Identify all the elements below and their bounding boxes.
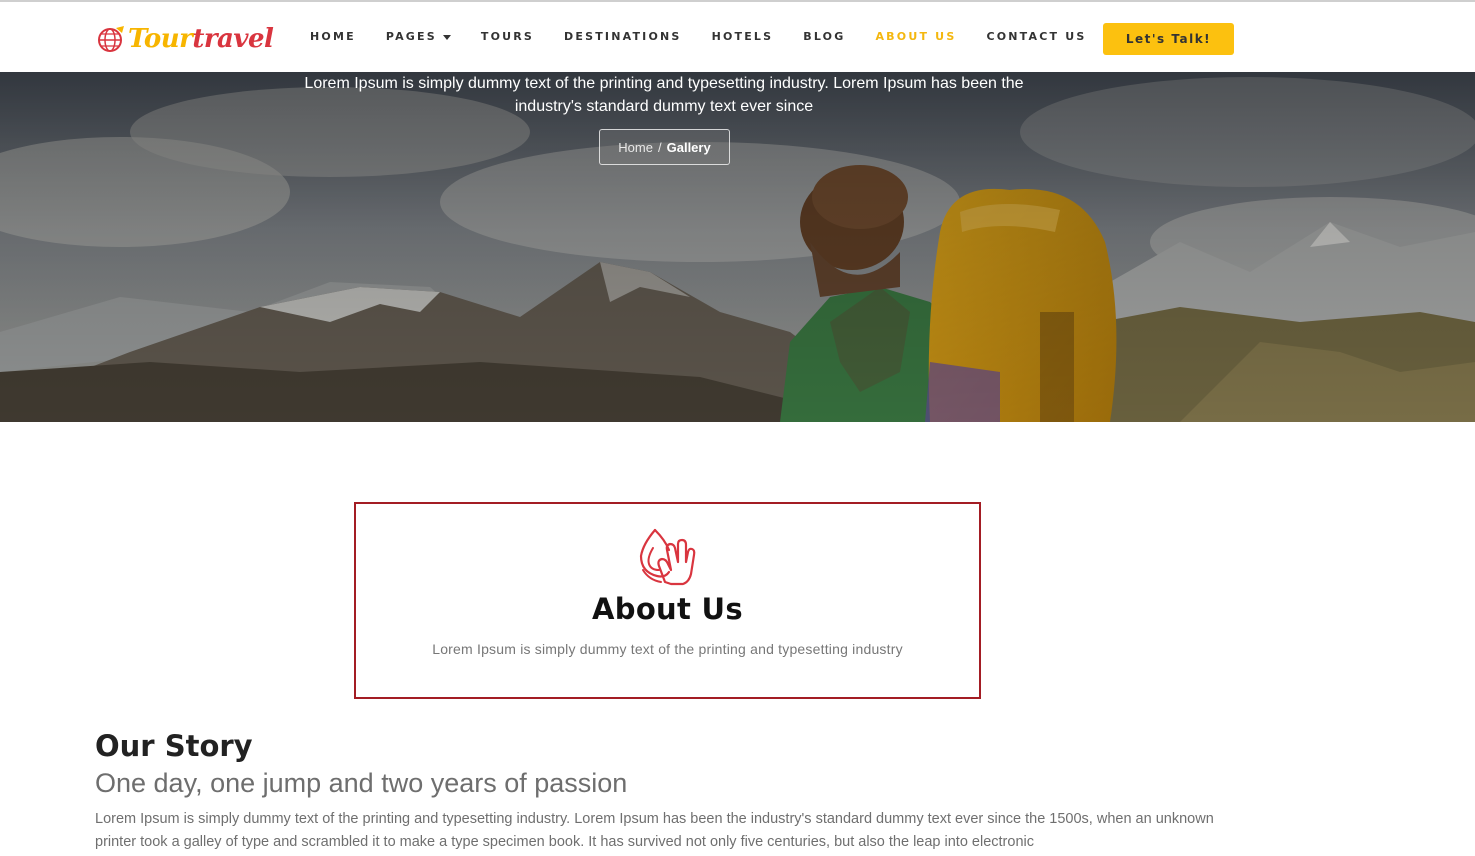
about-us-title: About Us (592, 592, 743, 626)
nav-contact-us[interactable]: CONTACT US (986, 30, 1086, 43)
caret-down-icon (442, 34, 451, 40)
nav-pages[interactable]: PAGES (386, 30, 451, 43)
nav-destinations-label: DESTINATIONS (564, 30, 682, 43)
nav-hotels[interactable]: HOTELS (712, 30, 774, 43)
hero-description-line2: industry's standard dummy text ever sinc… (514, 98, 814, 115)
hero-banner: Lorem Ipsum is simply dummy text of the … (0, 72, 1475, 422)
breadcrumb-home[interactable]: Home (618, 140, 653, 155)
breadcrumb-separator: / (657, 139, 662, 155)
logo-text-tour: Tour (128, 24, 193, 54)
nav-contact-us-label: CONTACT US (986, 30, 1087, 43)
nav-hotels-label: HOTELS (711, 30, 774, 43)
nav-pages-label: PAGES (385, 30, 437, 43)
nav-home[interactable]: HOME (310, 30, 356, 43)
nav-blog-label: BLOG (803, 30, 846, 43)
logo[interactable]: Tourtravel (96, 22, 274, 56)
nav-about-us-label: ABOUT US (875, 30, 957, 43)
nav-about-us[interactable]: ABOUT US (875, 30, 956, 43)
logo-text: Tourtravel (128, 24, 274, 54)
hero-background-image (0, 72, 1475, 422)
hero-description: Lorem Ipsum is simply dummy text of the … (0, 72, 1328, 118)
nav-destinations[interactable]: DESTINATIONS (564, 30, 682, 43)
nav-blog[interactable]: BLOG (803, 30, 845, 43)
our-story-subtitle: One day, one jump and two years of passi… (95, 768, 628, 798)
page: Tourtravel HOME PAGES TOURS DESTINATIONS… (0, 0, 1475, 856)
nav-home-label: HOME (310, 30, 356, 43)
our-story-body: Lorem Ipsum is simply dummy text of the … (95, 811, 1214, 850)
main-nav: HOME PAGES TOURS DESTINATIONS HOTELS BLO… (310, 30, 1117, 43)
our-story-title: Our Story (95, 729, 253, 763)
hero-description-line1: Lorem Ipsum is simply dummy text of the … (304, 75, 1024, 92)
globe-icon (98, 26, 124, 52)
nav-tours-label: TOURS (480, 30, 535, 43)
breadcrumb: Home / Gallery (599, 129, 730, 165)
hand-flame-icon (639, 528, 696, 586)
site-header: Tourtravel HOME PAGES TOURS DESTINATIONS… (0, 0, 1475, 72)
about-us-box: About Us Lorem Ipsum is simply dummy tex… (354, 502, 981, 699)
about-us-subtitle: Lorem Ipsum is simply dummy text of the … (432, 641, 903, 657)
lets-talk-button[interactable]: Let's Talk! (1103, 23, 1234, 55)
nav-tours[interactable]: TOURS (481, 30, 534, 43)
logo-text-travel: travel (192, 24, 274, 54)
breadcrumb-current: Gallery (666, 139, 711, 155)
